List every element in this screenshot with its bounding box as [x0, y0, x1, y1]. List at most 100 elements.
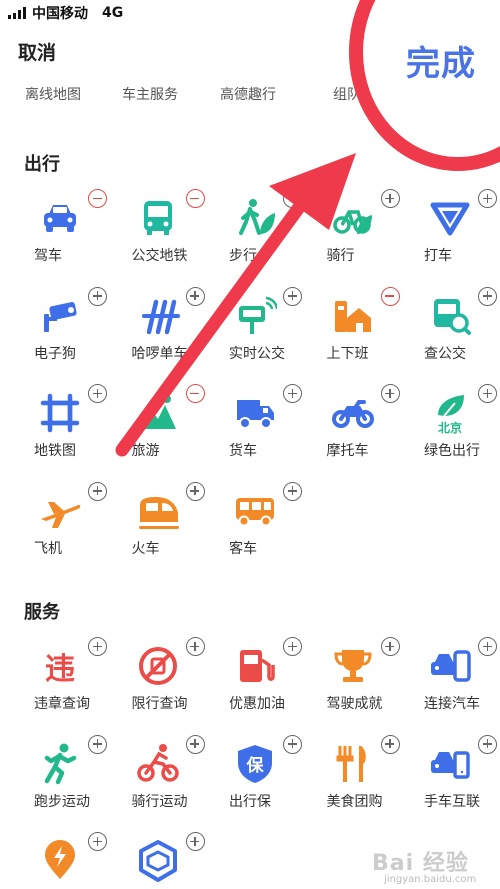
feature-item-commute[interactable]: 上下班	[315, 286, 411, 376]
add-icon[interactable]	[380, 637, 400, 656]
feature-item-travel[interactable]: 旅游	[120, 383, 216, 473]
feature-label: 优惠加油	[229, 696, 285, 712]
bus-search-icon	[428, 294, 472, 338]
add-icon[interactable]	[283, 286, 302, 306]
restriction-icon	[136, 644, 180, 688]
plane-icon	[38, 489, 82, 533]
feature-label: 出行保	[229, 793, 271, 810]
feature-item-food[interactable]: 美食团购	[315, 734, 411, 824]
remove-icon[interactable]	[88, 189, 107, 208]
add-icon[interactable]	[283, 189, 302, 208]
feature-item-taxi[interactable]: 打车	[412, 188, 500, 278]
add-icon[interactable]	[283, 384, 302, 403]
bike-icon	[331, 196, 375, 240]
add-icon[interactable]	[88, 637, 107, 656]
remove-icon[interactable]	[185, 189, 205, 208]
tab-amap-fun[interactable]: 高德趣行	[220, 84, 276, 104]
feature-label: 跑步运动	[34, 793, 90, 810]
feature-label: 步行	[229, 248, 257, 264]
feature-item-truck[interactable]: 货车	[217, 383, 313, 473]
taxi-icon	[428, 196, 472, 240]
feature-item-bus-search[interactable]: 查公交	[412, 286, 500, 376]
section-title-travel: 出行	[24, 154, 60, 175]
truck-icon	[233, 391, 277, 435]
feature-item-bus[interactable]: 公交地铁	[120, 188, 216, 278]
add-icon[interactable]	[185, 832, 205, 851]
add-icon[interactable]	[88, 286, 107, 306]
feature-item-plane[interactable]: 飞机	[22, 481, 118, 571]
feature-item-trophy[interactable]: 驾驶成就	[315, 636, 411, 726]
feature-item-violation[interactable]: 违违章查询	[22, 636, 118, 726]
add-icon[interactable]	[88, 481, 107, 501]
feature-label: 客车	[229, 540, 257, 557]
feature-label: 绿色出行	[424, 443, 480, 459]
feature-label: 违章查询	[34, 696, 90, 712]
add-icon[interactable]	[283, 734, 302, 754]
feature-label: 查公交	[424, 345, 466, 362]
add-icon[interactable]	[478, 384, 497, 403]
feature-item-camera[interactable]: 电子狗	[22, 286, 118, 376]
feature-label: 驾驶成就	[326, 696, 383, 712]
food-icon	[331, 742, 375, 786]
feature-item-hellobike[interactable]: 哈啰单车	[120, 286, 216, 376]
feature-label: 驾车	[34, 248, 62, 264]
feature-item-walk[interactable]: 步行	[217, 188, 313, 278]
add-icon[interactable]	[185, 734, 205, 754]
feature-item-motorcycle[interactable]: 摩托车	[315, 383, 411, 473]
feature-item-fuel[interactable]: 优惠加油	[217, 636, 313, 726]
feature-item-green-travel[interactable]: 北京 绿色出行	[412, 383, 500, 473]
network-type: 4G	[102, 5, 124, 21]
add-icon[interactable]	[283, 481, 302, 501]
svg-text:违: 违	[45, 652, 75, 687]
remove-icon[interactable]	[185, 384, 205, 403]
feature-label: 旅游	[131, 443, 160, 459]
fuel-icon	[233, 644, 277, 688]
realtime-bus-icon	[233, 294, 279, 338]
green-travel-icon: 北京	[428, 391, 472, 435]
feature-item-coach[interactable]: 客车	[217, 481, 313, 571]
add-icon[interactable]	[478, 189, 497, 208]
add-icon[interactable]	[185, 481, 205, 501]
tab-car-owner-service[interactable]: 车主服务	[122, 84, 178, 104]
feature-item-run[interactable]: 跑步运动	[22, 734, 118, 824]
feature-item-car[interactable]: 驾车	[22, 188, 118, 278]
feature-label: 货车	[229, 443, 257, 459]
feature-item-subway-map[interactable]: 地铁图	[22, 383, 118, 473]
feature-item-car-connect[interactable]: 连接汽车	[412, 636, 500, 726]
feature-label: 实时公交	[229, 345, 285, 362]
add-icon[interactable]	[283, 637, 302, 656]
add-icon[interactable]	[478, 286, 497, 306]
add-icon[interactable]	[478, 637, 497, 656]
motorcycle-icon	[331, 391, 375, 435]
add-icon[interactable]	[478, 734, 497, 754]
add-icon[interactable]	[380, 734, 400, 754]
tab-team[interactable]: 组队	[333, 84, 361, 104]
feature-label: 骑行	[326, 248, 355, 264]
cancel-button[interactable]: 取消	[18, 38, 56, 65]
add-icon[interactable]	[88, 384, 107, 403]
feature-item-cycling[interactable]: 骑行运动	[120, 734, 216, 824]
feature-item-insurance[interactable]: 保出行保	[217, 734, 313, 824]
feature-item-restriction[interactable]: 限行查询	[120, 636, 216, 726]
svg-text:北京: 北京	[438, 420, 462, 435]
feature-label: 飞机	[34, 540, 62, 557]
feature-item-realtime-bus[interactable]: 实时公交	[217, 286, 313, 376]
feature-item-train[interactable]: 火车	[120, 481, 216, 571]
feature-label: 电子狗	[34, 345, 76, 362]
tab-offline-map[interactable]: 离线地图	[25, 84, 81, 104]
add-icon[interactable]	[88, 832, 107, 851]
feature-label: 打车	[424, 248, 452, 264]
feature-item-cube[interactable]	[120, 831, 216, 889]
done-button[interactable]: 完成	[406, 36, 476, 85]
feature-item-bike[interactable]: 骑行	[315, 188, 411, 278]
feature-item-charging-pin[interactable]	[22, 831, 118, 889]
add-icon[interactable]	[380, 189, 400, 208]
status-bar: 中国移动 4G	[0, 0, 500, 26]
add-icon[interactable]	[88, 734, 107, 754]
watermark: Bai 经验 jingyan.baidu.com	[372, 845, 494, 885]
remove-icon[interactable]	[380, 286, 400, 306]
add-icon[interactable]	[185, 286, 205, 306]
feature-item-phone-car[interactable]: 手车互联	[412, 734, 500, 824]
add-icon[interactable]	[380, 384, 400, 403]
add-icon[interactable]	[185, 637, 205, 656]
